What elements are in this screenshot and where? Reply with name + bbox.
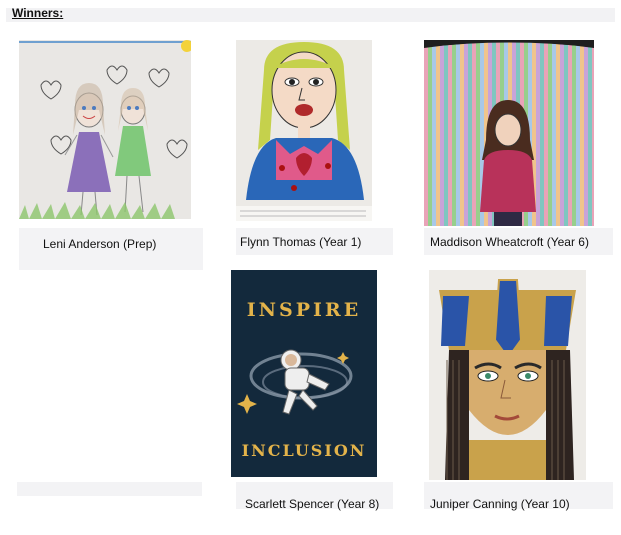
artwork-scarlett-spencer: INSPIRE INCLUSION: [231, 270, 377, 477]
artwork-flynn-thomas: [236, 40, 372, 221]
artwork-leni-anderson: [19, 40, 191, 219]
caption-text: Leni Anderson (Prep): [43, 237, 157, 251]
caption-text: Flynn Thomas (Year 1): [240, 234, 362, 249]
winners-heading: Winners:: [12, 6, 64, 20]
caption-flynn-thomas: Flynn Thomas (Year 1): [236, 228, 393, 255]
caption-juniper-canning: Juniper Canning (Year 10): [424, 482, 613, 511]
heading-bar: [6, 8, 615, 22]
artwork-maddison-wheatcroft: [424, 40, 594, 226]
artwork-juniper-canning: [429, 270, 586, 480]
caption-text: Juniper Canning (Year 10): [430, 496, 570, 511]
poster-bottom-word: INCLUSION: [242, 441, 367, 460]
caption-text: Scarlett Spencer (Year 8): [245, 496, 380, 511]
caption-text: Maddison Wheatcroft (Year 6): [430, 234, 589, 249]
poster-top-word: INSPIRE: [247, 299, 361, 321]
empty-caption-box: [17, 482, 202, 496]
caption-leni-anderson: Leni Anderson (Prep): [19, 228, 203, 270]
caption-scarlett-spencer: Scarlett Spencer (Year 8): [236, 482, 393, 511]
caption-maddison-wheatcroft: Maddison Wheatcroft (Year 6): [424, 228, 613, 255]
